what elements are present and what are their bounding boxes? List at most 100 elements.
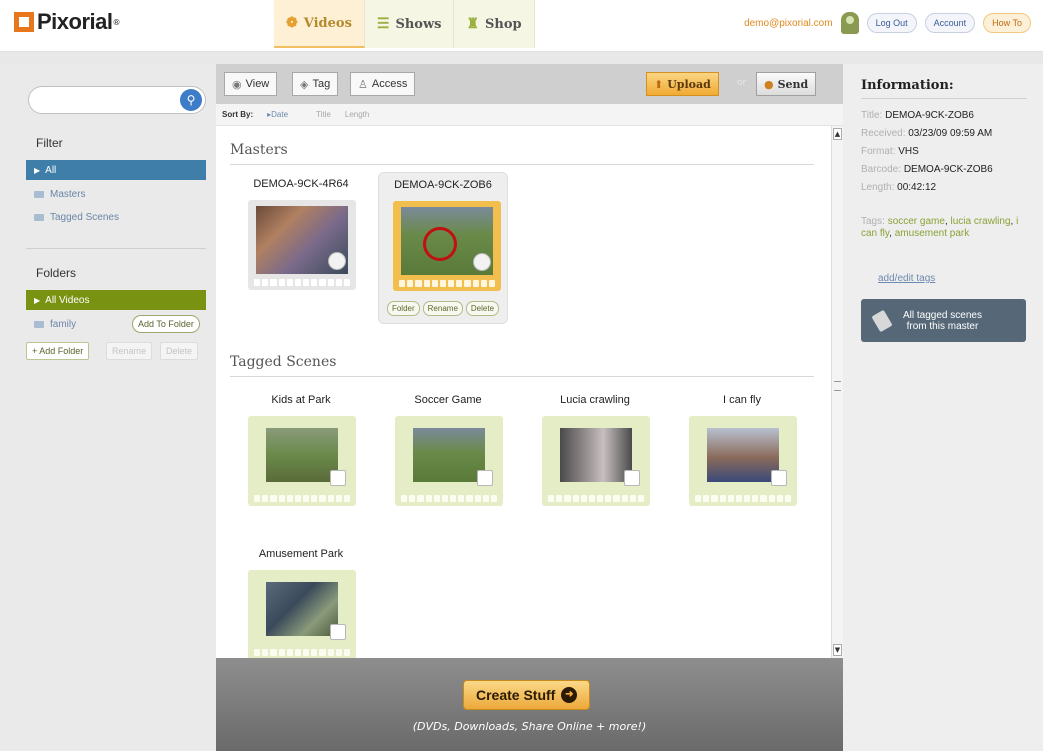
tag-link[interactable]: lucia crawling [951, 216, 1011, 227]
howto-button[interactable]: How To [983, 13, 1031, 33]
video-thumbnail[interactable] [248, 570, 356, 658]
scene-card[interactable]: Soccer Game [383, 388, 513, 508]
master-card-selected[interactable]: DEMOA-9CK-ZOB6 Folder Rename Delete [378, 172, 508, 324]
info-tags: Tags: soccer game, lucia crawling, i can… [861, 216, 1019, 239]
select-checkbox[interactable] [330, 470, 346, 486]
thumbnail-image [560, 428, 632, 482]
user-email[interactable]: demo@pixorial.com [744, 18, 833, 29]
thumbnail-image [413, 428, 485, 482]
video-thumbnail[interactable] [393, 201, 501, 291]
folders-heading: Folders [36, 266, 77, 280]
video-thumbnail[interactable] [248, 416, 356, 506]
film-reel-icon: ❁ [286, 15, 298, 31]
rename-folder-button[interactable]: Rename [106, 342, 153, 360]
tagged-scenes-divider [230, 376, 814, 377]
rename-action-button[interactable]: Rename [422, 301, 463, 316]
sort-option-title[interactable]: Title [316, 110, 331, 119]
select-checkbox[interactable] [330, 624, 346, 640]
filter-item-masters[interactable]: Masters [26, 184, 206, 204]
scene-card[interactable]: Kids at Park [236, 388, 366, 508]
search-input[interactable]: ⚲ [28, 86, 206, 114]
main-nav: ❁ Videos ☰ Shows ♜ Shop [274, 0, 535, 48]
logo-mark-icon [14, 12, 34, 32]
sort-option-date[interactable]: ▸Date [267, 110, 288, 119]
access-button-label: Access [371, 78, 408, 90]
view-button[interactable]: ◉ View [224, 72, 278, 96]
upload-button[interactable]: ⬆ Upload [646, 72, 719, 96]
film-strip-holes [399, 280, 496, 287]
delete-action-button[interactable]: Delete [465, 301, 500, 316]
send-button-label: Send [777, 77, 809, 91]
content-scrollbar[interactable]: ▲ ▼ [831, 126, 843, 658]
logo-registered-mark: ® [112, 17, 121, 27]
tag-link[interactable]: soccer game [888, 216, 945, 227]
scroll-thumb[interactable] [834, 381, 841, 391]
scene-title: I can fly [723, 394, 761, 406]
tag-button[interactable]: ◈ Tag [292, 72, 339, 96]
masters-divider [230, 164, 814, 165]
sort-option-length[interactable]: Length [345, 110, 369, 119]
scroll-down-icon[interactable]: ▼ [833, 644, 842, 656]
tab-videos[interactable]: ❁ Videos [274, 0, 365, 48]
create-stuff-button[interactable]: Create Stuff ➜ [463, 680, 591, 710]
tag-link[interactable]: amusement park [895, 228, 969, 239]
film-strip-holes [401, 495, 498, 502]
user-avatar-icon[interactable] [840, 12, 859, 34]
scene-card[interactable]: Amusement Park [236, 542, 366, 658]
folder-item-all-videos[interactable]: ▶ All Videos [26, 290, 206, 310]
scene-title: Soccer Game [414, 394, 482, 406]
master-title: DEMOA-9CK-ZOB6 [394, 179, 492, 191]
sort-bar: Sort By: ▸Date Title Length [216, 104, 843, 126]
scene-card[interactable]: I can fly [677, 388, 807, 508]
filter-item-label: Tagged Scenes [50, 211, 119, 223]
tag-button-label: Tag [312, 78, 331, 90]
search-icon[interactable]: ⚲ [180, 89, 202, 111]
video-thumbnail[interactable] [248, 200, 356, 290]
film-strip-holes [695, 495, 792, 502]
film-reel-icon [328, 252, 346, 270]
add-edit-tags-link[interactable]: add/edit tags [878, 273, 935, 284]
select-checkbox[interactable] [477, 470, 493, 486]
create-subtitle: (DVDs, Downloads, Share Online + more!) [412, 720, 647, 733]
add-to-folder-button[interactable]: Add To Folder [132, 315, 200, 333]
select-checkbox[interactable] [771, 470, 787, 486]
create-footer: Create Stuff ➜ (DVDs, Downloads, Share O… [216, 658, 843, 751]
folder-item-label: family [50, 318, 77, 330]
cart-icon: ♜ [466, 16, 480, 32]
tab-shows[interactable]: ☰ Shows [364, 0, 455, 48]
user-area: demo@pixorial.com Log Out Account How To [744, 12, 1031, 34]
scene-title: Lucia crawling [560, 394, 630, 406]
scene-card[interactable]: Lucia crawling [530, 388, 660, 508]
scene-title: Amusement Park [258, 548, 344, 560]
video-thumbnail[interactable] [395, 416, 503, 506]
access-button[interactable]: ♙ Access [350, 72, 416, 96]
scroll-up-icon[interactable]: ▲ [833, 128, 842, 140]
create-stuff-label: Create Stuff [476, 687, 556, 703]
folder-action-button[interactable]: Folder [386, 301, 420, 316]
delete-folder-button[interactable]: Delete [160, 342, 199, 360]
sort-label: Sort By: [222, 110, 254, 119]
information-divider [861, 98, 1027, 99]
send-button[interactable]: ● Send [756, 72, 817, 96]
masters-heading: Masters [230, 142, 288, 158]
tag-icon [871, 309, 893, 332]
highlight-circle [423, 227, 457, 261]
arrow-right-icon: ➜ [561, 687, 578, 703]
filter-item-tagged-scenes[interactable]: Tagged Scenes [26, 207, 206, 227]
folder-item-label: All Videos [45, 294, 90, 306]
add-folder-button[interactable]: + Add Folder [26, 342, 90, 360]
select-checkbox[interactable] [624, 470, 640, 486]
user-icon: ♙ [358, 78, 368, 91]
logout-button[interactable]: Log Out [866, 13, 917, 33]
pixorial-logo[interactable]: Pixorial ® [14, 9, 120, 35]
account-button[interactable]: Account [924, 13, 976, 33]
master-card[interactable]: DEMOA-9CK-4R64 [236, 172, 366, 312]
thumbnail-image [266, 582, 338, 636]
video-thumbnail[interactable] [689, 416, 797, 506]
tab-shop[interactable]: ♜ Shop [454, 0, 535, 48]
filter-heading: Filter [36, 136, 63, 150]
video-thumbnail[interactable] [542, 416, 650, 506]
all-tagged-scenes-button[interactable]: All tagged scenes from this master [861, 299, 1026, 342]
tab-videos-label: Videos [303, 15, 352, 31]
filter-item-all[interactable]: ▶ All [26, 160, 206, 180]
